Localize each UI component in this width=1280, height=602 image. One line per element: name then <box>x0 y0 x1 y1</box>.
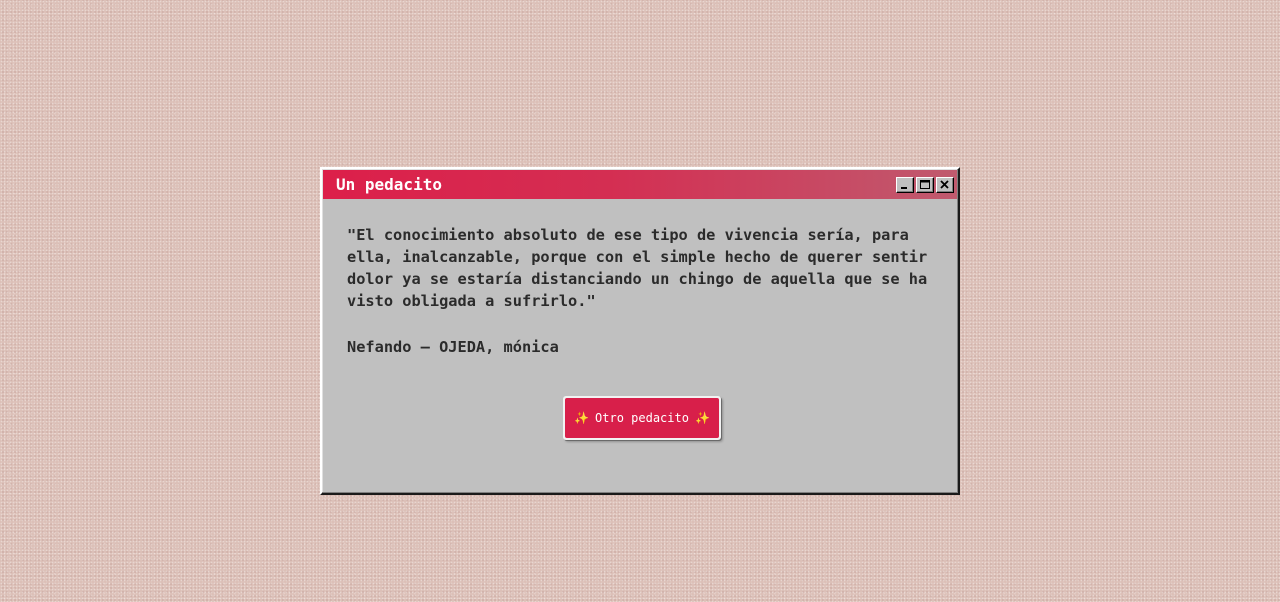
close-button[interactable] <box>936 176 954 193</box>
another-quote-button[interactable]: ✨ Otro pedacito ✨ <box>565 398 719 438</box>
sparkles-icon: ✨ <box>574 411 590 425</box>
another-quote-button-label: Otro pedacito <box>595 411 689 425</box>
window-title: Un pedacito <box>336 175 442 194</box>
maximize-icon <box>920 179 930 189</box>
window-controls <box>896 176 957 193</box>
quote-attribution: Nefando — OJEDA, mónica <box>347 338 559 356</box>
minimize-button[interactable] <box>896 176 914 193</box>
quote-window: Un pedacito "El conocimiento absoluto de… <box>320 167 960 495</box>
window-titlebar[interactable]: Un pedacito <box>323 170 957 199</box>
window-content: "El conocimiento absoluto de ese tipo de… <box>347 224 939 358</box>
sparkles-icon: ✨ <box>694 411 710 425</box>
quote-text: "El conocimiento absoluto de ese tipo de… <box>347 226 928 310</box>
minimize-icon <box>901 186 907 189</box>
maximize-button[interactable] <box>916 176 934 193</box>
another-quote-button-frame: ✨ Otro pedacito ✨ <box>563 396 721 440</box>
close-icon <box>940 179 949 189</box>
